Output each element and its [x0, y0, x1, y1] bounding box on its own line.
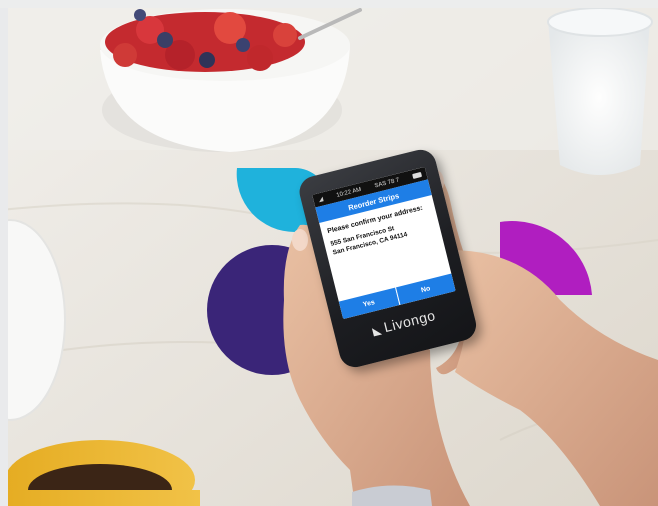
milk-glass — [548, 20, 650, 175]
cup-base — [0, 490, 200, 506]
brand-name: Livongo — [382, 306, 438, 336]
frame-edge-top — [0, 0, 658, 8]
signal-icon: ◢ — [318, 196, 324, 204]
frame-edge-left — [0, 0, 8, 506]
glass-rim — [547, 7, 653, 37]
blueberry — [236, 38, 250, 52]
livongo-logo-icon: ◣ — [371, 324, 384, 339]
strawberry — [247, 45, 273, 71]
blueberry — [134, 9, 146, 21]
no-button[interactable]: No — [394, 273, 456, 306]
yes-button[interactable]: Yes — [338, 287, 399, 320]
blueberry — [157, 32, 173, 48]
blueberry — [199, 52, 215, 68]
photo-scene: ◢ 10:22 AM SAS 78 7 Reorder Strips Pleas… — [0, 0, 658, 506]
device-screen: ◢ 10:22 AM SAS 78 7 Reorder Strips Pleas… — [312, 166, 456, 320]
strawberry — [113, 43, 137, 67]
strawberry — [273, 23, 297, 47]
fingernail — [292, 229, 308, 251]
battery-icon — [412, 171, 423, 179]
